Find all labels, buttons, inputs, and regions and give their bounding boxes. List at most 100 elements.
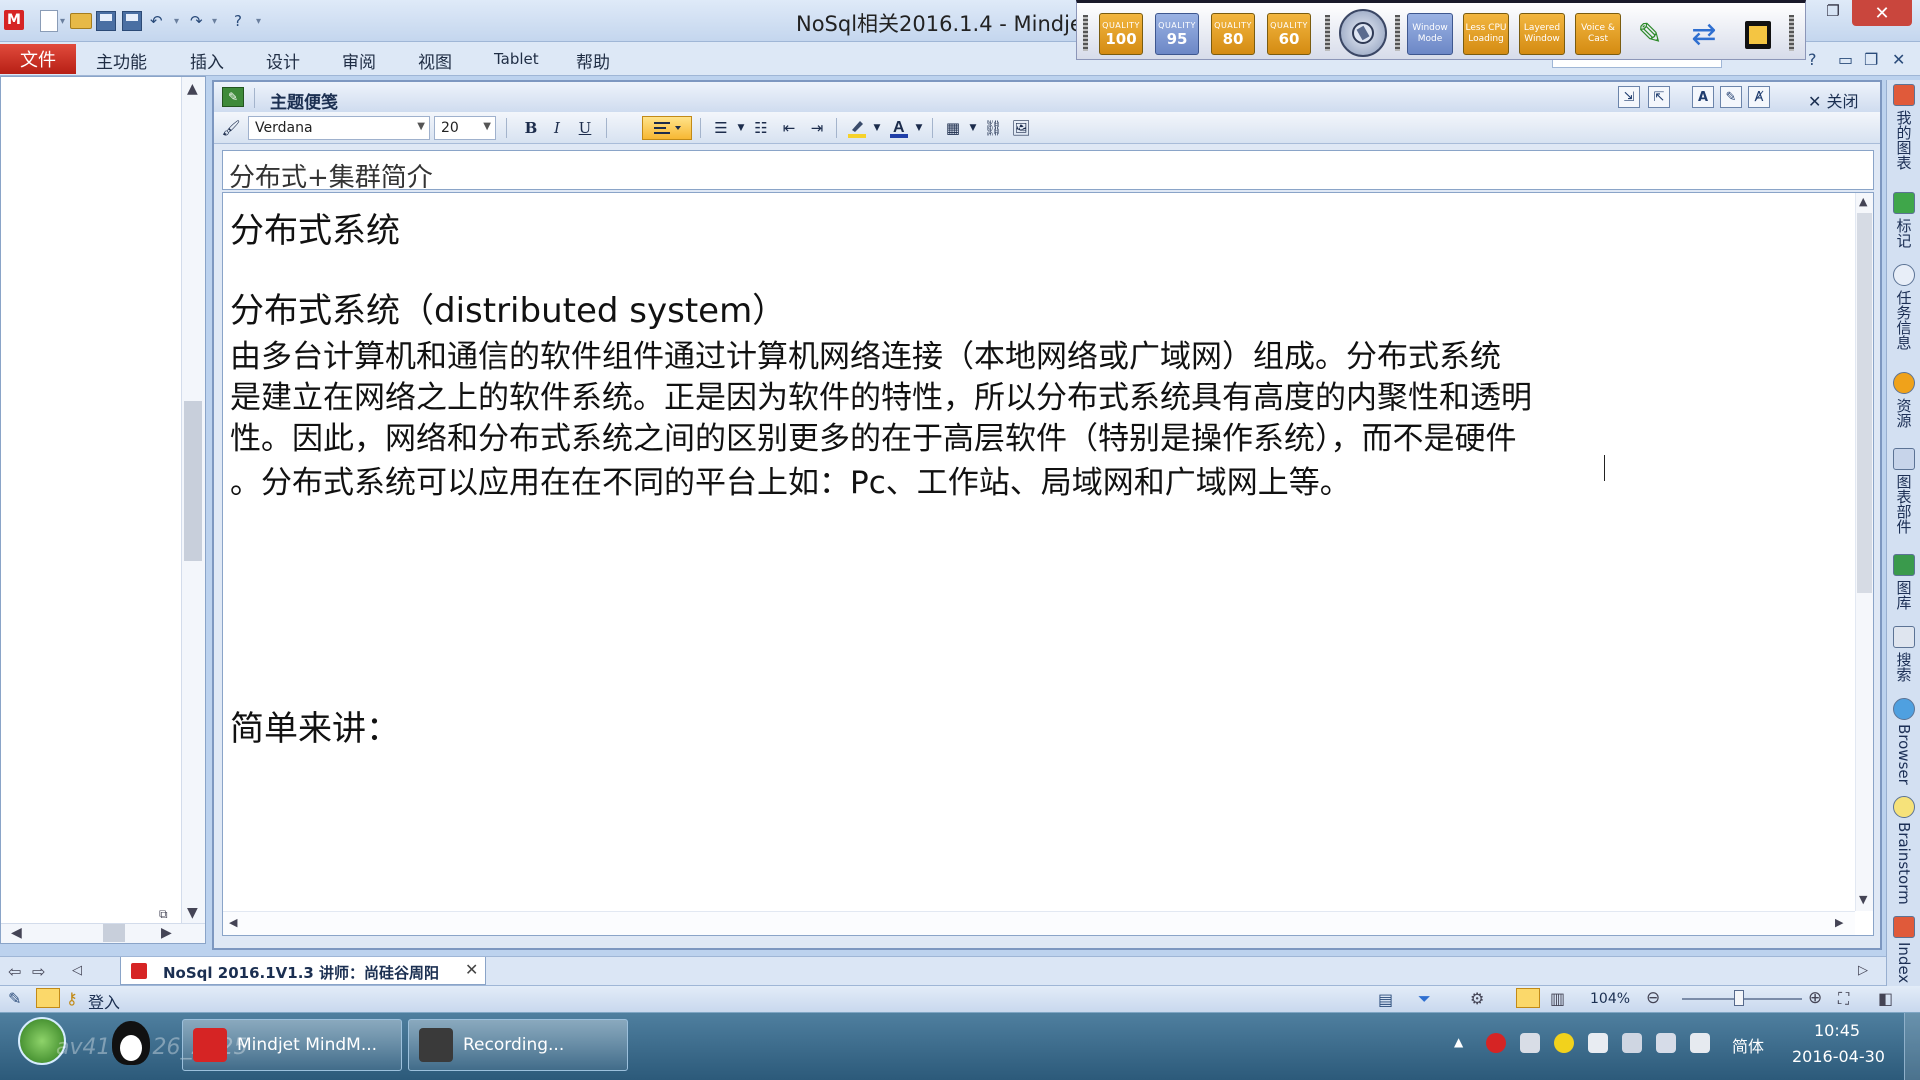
- align-left-button[interactable]: [642, 116, 692, 140]
- swap-arrows-icon[interactable]: ⇄: [1681, 11, 1727, 57]
- tray-expand-icon[interactable]: ▲: [1454, 1035, 1463, 1049]
- tab-tablet[interactable]: Tablet: [494, 50, 539, 68]
- left-scroll-thumb[interactable]: [184, 401, 202, 561]
- zoom-out-icon[interactable]: ⊖: [1646, 988, 1660, 1008]
- scroll-down-icon[interactable]: ▼: [187, 905, 198, 921]
- restore-window-button[interactable]: ❐: [1822, 2, 1844, 22]
- dock-resources[interactable]: 资源: [1889, 372, 1919, 428]
- app-icon[interactable]: M: [4, 10, 24, 30]
- layout-icon[interactable]: ▤: [1378, 990, 1393, 1009]
- restore-doc-icon[interactable]: ❐: [1864, 50, 1878, 69]
- undo-dropdown-icon[interactable]: ▾: [174, 9, 179, 33]
- help-icon[interactable]: ?: [234, 9, 242, 33]
- dock-task-info[interactable]: 任务信息: [1889, 264, 1919, 350]
- tab-view[interactable]: 视图: [418, 48, 452, 73]
- record-target-icon[interactable]: [1339, 9, 1387, 57]
- show-desktop-button[interactable]: [1904, 1013, 1920, 1080]
- note-editor[interactable]: 分布式系统 分布式系统（distributed system） 由多台计算机和通…: [222, 192, 1874, 936]
- redo-icon[interactable]: ↷: [190, 9, 203, 33]
- left-vertical-scrollbar[interactable]: ▲ ▼: [181, 77, 205, 923]
- minimize-ribbon-icon[interactable]: ▭: [1838, 50, 1853, 69]
- editor-scroll-thumb[interactable]: [1857, 213, 1872, 593]
- scroll-left-icon[interactable]: ◀: [11, 925, 22, 941]
- edit-notes-icon[interactable]: ✎: [1720, 86, 1742, 108]
- voice-cast-button[interactable]: Voice & Cast: [1575, 13, 1621, 55]
- dock-my-maps[interactable]: 我的图表: [1889, 84, 1919, 170]
- tray-volume-icon[interactable]: [1690, 1033, 1710, 1053]
- document-tab[interactable]: NoSql 2016.1V1.3 讲师：尚硅谷周阳 ✕: [120, 957, 486, 985]
- tab-help[interactable]: 帮助: [576, 48, 610, 73]
- tab-home[interactable]: 主功能: [96, 48, 147, 73]
- dock-index[interactable]: Index: [1889, 916, 1919, 983]
- save-icon[interactable]: [96, 9, 116, 33]
- qq-icon[interactable]: [112, 1021, 150, 1065]
- login-button[interactable]: 登入: [88, 989, 120, 1013]
- tab-insert[interactable]: 插入: [190, 48, 224, 73]
- quality-95-button[interactable]: QUALITY 95: [1155, 13, 1199, 55]
- new-document-icon[interactable]: [40, 9, 58, 33]
- insert-image-icon[interactable]: 🖼: [1008, 116, 1034, 140]
- layered-window-button[interactable]: Layered Window: [1519, 13, 1565, 55]
- tab-review[interactable]: 审阅: [342, 48, 376, 73]
- font-family-select[interactable]: Verdana ▼: [248, 116, 430, 140]
- decrease-indent-icon[interactable]: ⇤: [776, 116, 802, 140]
- scroll-down-icon[interactable]: ▼: [1859, 893, 1867, 906]
- expand-panel-icon[interactable]: ⧉: [159, 907, 168, 922]
- filter-icon[interactable]: ⏷: [1418, 989, 1431, 1009]
- dock-map-parts[interactable]: 图表部件: [1889, 448, 1919, 534]
- editor-vertical-scrollbar[interactable]: ▲ ▼: [1855, 193, 1873, 911]
- back-arrow-icon[interactable]: ⇦: [8, 962, 21, 981]
- editor-horizontal-scrollbar[interactable]: ◀ ▶: [223, 911, 1855, 935]
- import-notes-icon[interactable]: ⇲: [1618, 86, 1640, 108]
- outline-view-icon[interactable]: ▥: [1550, 989, 1565, 1008]
- tab-file[interactable]: 文件: [0, 44, 76, 74]
- tab-scroll-right-icon[interactable]: ▷: [1858, 963, 1868, 978]
- zoom-in-icon[interactable]: ⊕: [1808, 988, 1822, 1008]
- quality-60-button[interactable]: QUALITY 60: [1267, 13, 1311, 55]
- zoom-slider-thumb[interactable]: [1734, 990, 1744, 1006]
- taskbar-mindjet[interactable]: Mindjet MindM...: [182, 1019, 402, 1071]
- quality-100-button[interactable]: QUALITY 100: [1099, 13, 1143, 55]
- note-subject-field[interactable]: 分布式+集群简介: [222, 150, 1874, 193]
- tab-scroll-left-icon[interactable]: ◁: [72, 963, 82, 978]
- italic-button[interactable]: I: [544, 116, 570, 140]
- dock-search[interactable]: 搜索: [1889, 626, 1919, 682]
- focus-icon[interactable]: ⚙: [1470, 989, 1484, 1008]
- less-cpu-loading-button[interactable]: Less CPU Loading: [1463, 13, 1509, 55]
- close-tab-icon[interactable]: ✕: [465, 960, 478, 979]
- font-style-icon[interactable]: A: [1692, 86, 1714, 108]
- clear-format-icon[interactable]: Ⱥ: [1748, 86, 1770, 108]
- close-window-button[interactable]: ✕: [1852, 0, 1912, 26]
- bullet-list-icon[interactable]: ☷: [748, 116, 774, 140]
- scroll-up-icon[interactable]: ▲: [1859, 195, 1867, 208]
- help-icon[interactable]: ?: [1808, 50, 1817, 69]
- scroll-left-icon[interactable]: ◀: [229, 916, 237, 929]
- tray-window-icon[interactable]: [1520, 1033, 1540, 1053]
- left-hscroll-thumb[interactable]: [103, 924, 125, 942]
- tray-device-icon[interactable]: [1622, 1033, 1642, 1053]
- tray-plus-icon[interactable]: [1554, 1033, 1574, 1053]
- quick-access-customize-icon[interactable]: ▾: [256, 9, 261, 33]
- left-horizontal-scrollbar[interactable]: ◀ ▶: [1, 923, 205, 943]
- font-color-dropdown-icon[interactable]: ▼: [906, 116, 932, 140]
- increase-indent-icon[interactable]: ⇥: [804, 116, 830, 140]
- save-all-icon[interactable]: [122, 9, 142, 33]
- clipboard-icon[interactable]: [1735, 11, 1781, 57]
- font-size-select[interactable]: 20 ▼: [434, 116, 496, 140]
- taskbar-recording[interactable]: Recording...: [408, 1019, 628, 1071]
- window-mode-button[interactable]: Window Mode: [1407, 13, 1453, 55]
- tab-design[interactable]: 设计: [266, 48, 300, 73]
- dock-browser[interactable]: Browser: [1889, 698, 1919, 785]
- panel-toggle-icon[interactable]: ◧: [1878, 989, 1893, 1008]
- pen-icon[interactable]: ✎: [8, 989, 21, 1008]
- new-dropdown-icon[interactable]: ▾: [60, 9, 65, 33]
- bold-button[interactable]: B: [518, 116, 544, 140]
- close-notes-button[interactable]: ✕ 关闭: [1808, 88, 1859, 112]
- dock-markers[interactable]: 标记: [1889, 192, 1919, 248]
- toolbar-grip[interactable]: [1083, 15, 1088, 51]
- underline-button[interactable]: U: [572, 116, 598, 140]
- forward-arrow-icon[interactable]: ⇨: [32, 962, 45, 981]
- fit-map-icon[interactable]: ⛶: [1838, 989, 1849, 1009]
- quality-80-button[interactable]: QUALITY 80: [1211, 13, 1255, 55]
- scroll-up-icon[interactable]: ▲: [187, 81, 198, 97]
